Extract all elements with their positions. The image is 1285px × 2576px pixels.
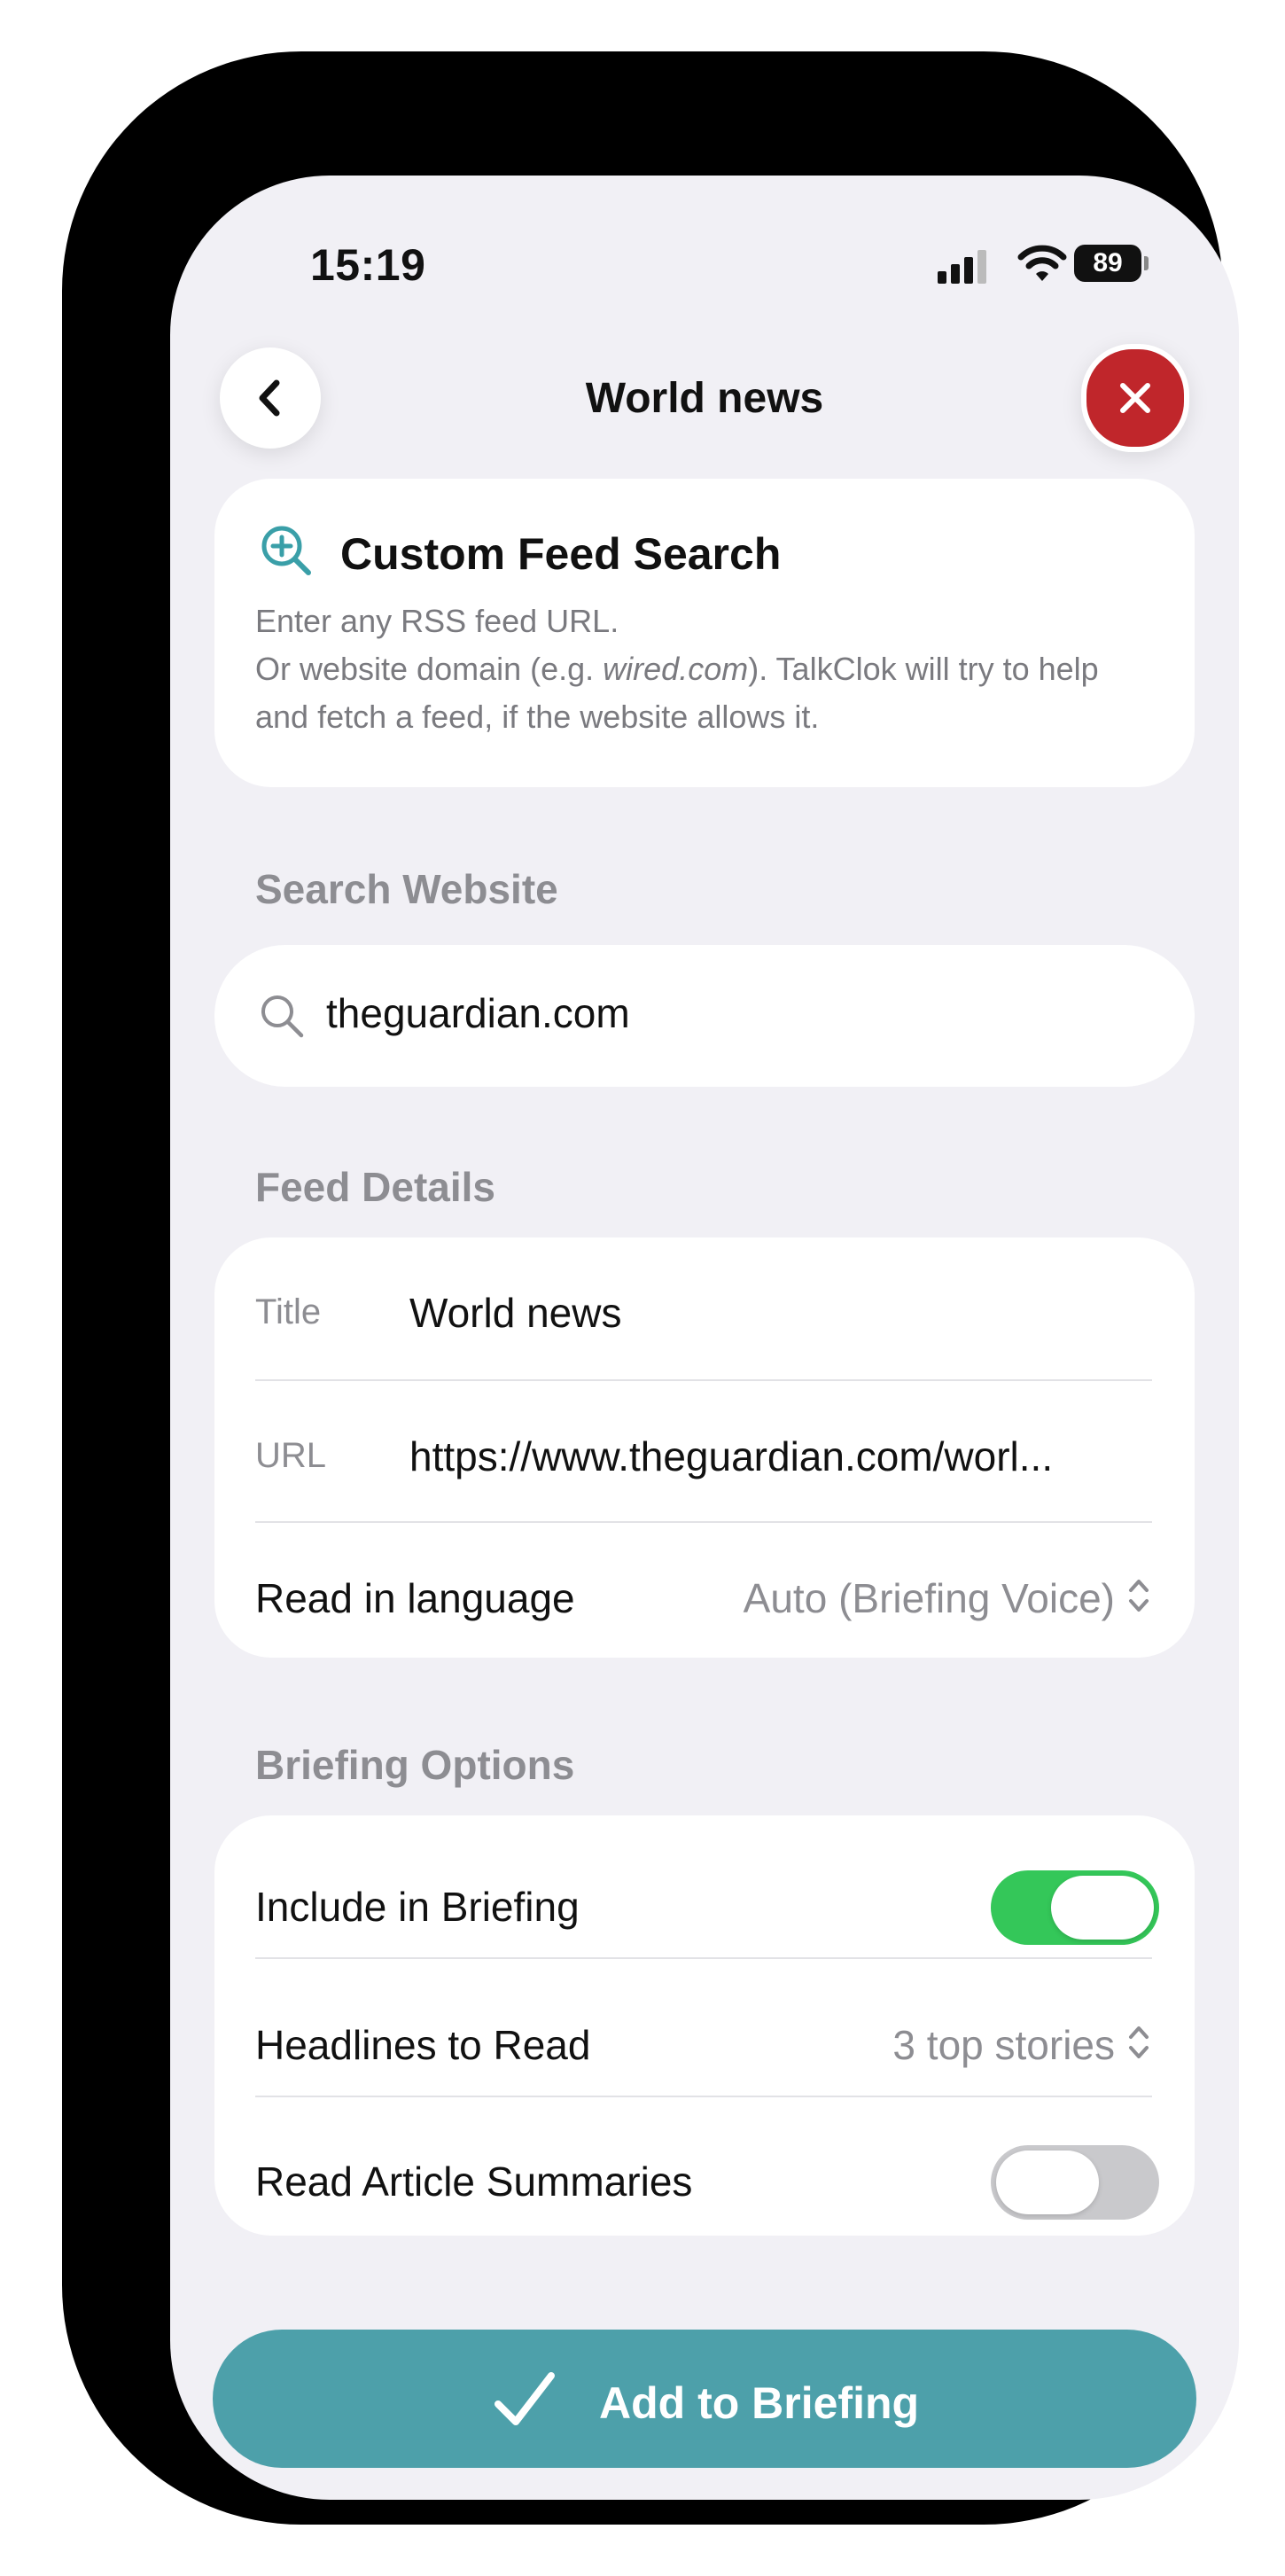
cellular-signal-icon [938, 248, 991, 284]
language-picker[interactable]: Auto (Briefing Voice) [684, 1567, 1154, 1624]
search-section-label: Search Website [255, 866, 558, 912]
battery-icon: 89 [1074, 245, 1152, 284]
info-description: Enter any RSS feed URL. Or website domai… [255, 597, 1159, 741]
url-field[interactable]: https://www.theguardian.com/worl... [409, 1432, 1154, 1480]
info-line-2: Or website domain (e.g. wired.com). Talk… [255, 645, 1159, 741]
info-line-2-prefix: Or website domain (e.g. [255, 651, 604, 687]
language-value: Auto (Briefing Voice) [743, 1575, 1115, 1621]
search-icon [261, 995, 304, 1038]
add-to-briefing-label: Add to Briefing [599, 2378, 920, 2428]
briefing-options-section-label: Briefing Options [255, 1742, 575, 1788]
title-field[interactable]: World news [409, 1289, 621, 1337]
app-screen: 15:19 89 World news Custom Feed Search E… [170, 176, 1239, 2500]
info-line-1: Enter any RSS feed URL. [255, 603, 619, 639]
title-field-label: Title [255, 1292, 322, 1331]
url-field-label: URL [255, 1436, 327, 1475]
include-label: Include in Briefing [255, 1884, 580, 1930]
divider [255, 2096, 1152, 2097]
read-summaries-toggle[interactable] [991, 2145, 1159, 2220]
wifi-icon [1017, 245, 1067, 281]
info-title: Custom Feed Search [340, 529, 782, 579]
chevron-up-down-icon [1129, 2026, 1149, 2058]
headlines-label: Headlines to Read [255, 2022, 591, 2068]
divider [255, 1521, 1152, 1523]
include-in-briefing-toggle[interactable] [991, 1870, 1159, 1945]
toggle-knob [1051, 1876, 1154, 1940]
page-title: World news [585, 375, 824, 422]
close-icon [1120, 383, 1150, 413]
battery-level: 89 [1074, 245, 1141, 282]
toggle-knob [996, 2151, 1099, 2214]
headlines-picker[interactable]: 3 top stories [790, 2014, 1154, 2071]
language-label: Read in language [255, 1575, 575, 1621]
checkmark-icon [495, 2372, 555, 2425]
phone-frame: 15:19 89 World news Custom Feed Search E… [62, 51, 1239, 2525]
feed-details-section-label: Feed Details [255, 1164, 495, 1210]
close-button[interactable] [1081, 344, 1189, 452]
zoom-in-icon [261, 526, 311, 575]
status-time: 15:19 [310, 240, 426, 290]
info-example-domain: wired.com [603, 651, 749, 687]
search-input[interactable]: theguardian.com [326, 989, 630, 1037]
summaries-label: Read Article Summaries [255, 2158, 693, 2205]
headlines-value: 3 top stories [892, 2022, 1115, 2068]
chevron-up-down-icon [1129, 1580, 1149, 1612]
divider [255, 1379, 1152, 1381]
divider [255, 1957, 1152, 1959]
